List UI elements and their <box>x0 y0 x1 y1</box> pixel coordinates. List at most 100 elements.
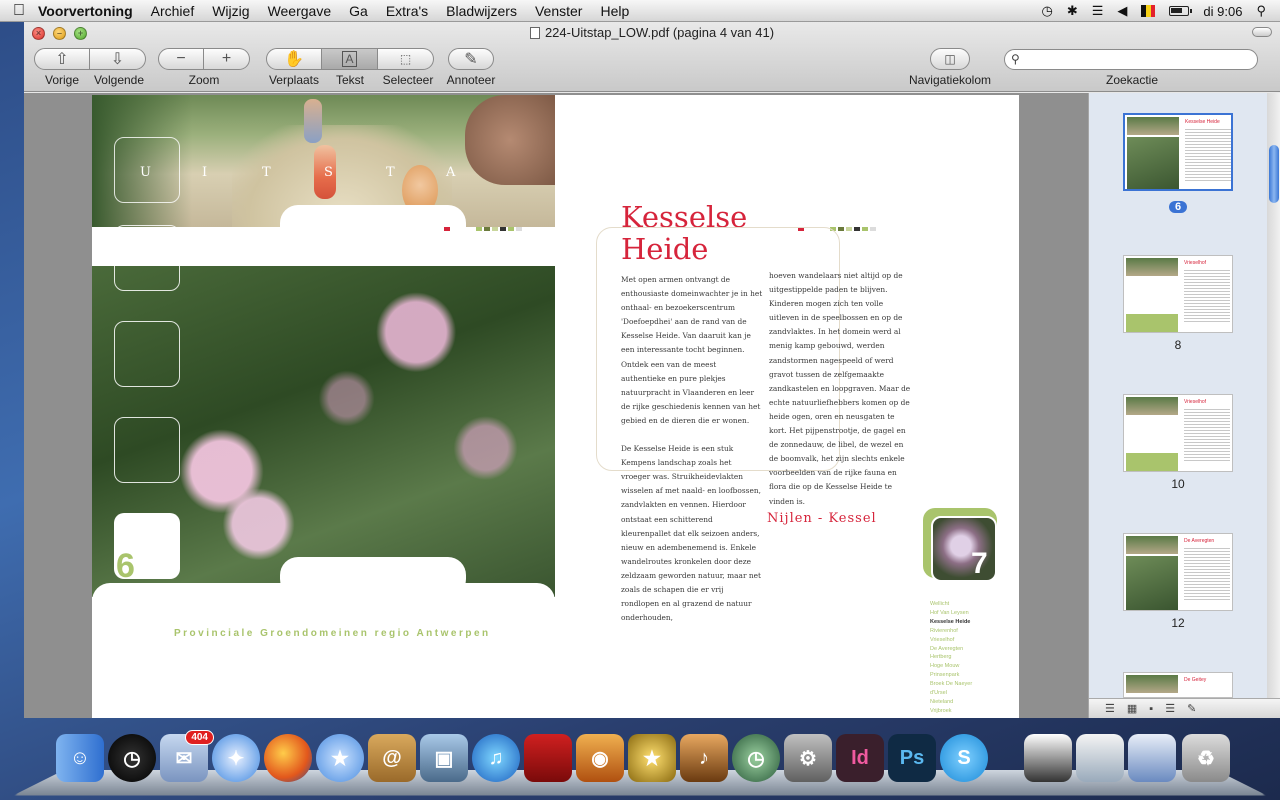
index-item: Nieteland <box>930 698 954 705</box>
spotlight-icon[interactable]: ⚲ <box>1256 3 1266 19</box>
zoom-out-button[interactable]: − <box>158 48 204 70</box>
page-thumbnail[interactable]: De Geitey <box>1123 672 1233 698</box>
imovie-icon[interactable]: ★ <box>628 734 676 782</box>
photo-booth-icon[interactable]: ◉ <box>576 734 624 782</box>
minimized-window-icon[interactable] <box>1076 734 1124 782</box>
grid-view-icon[interactable]: ▦ <box>1127 702 1137 715</box>
thumb-photo <box>1127 117 1179 135</box>
dashboard-icon[interactable]: ◷ <box>108 734 156 782</box>
thumb-title: De Averegten <box>1184 538 1215 544</box>
annotate-label: Annoteer <box>446 73 496 87</box>
trash-icon[interactable]: ♻ <box>1182 734 1230 782</box>
page-thumbnail[interactable]: Vrieselhof <box>1123 394 1233 472</box>
menu-bladwijzers[interactable]: Bladwijzers <box>446 3 517 19</box>
time-machine-icon[interactable]: ◷ <box>1042 3 1053 19</box>
previous-page-button[interactable]: ⇧ <box>34 48 90 70</box>
photo-frame-box <box>114 225 180 291</box>
search-field[interactable]: ⚲ <box>1004 49 1258 70</box>
annotate-button[interactable]: ✎ <box>448 48 494 70</box>
zoom-in-button[interactable]: + <box>204 48 250 70</box>
thumbnail-view-icon[interactable]: ▪ <box>1149 703 1153 715</box>
list-view-icon[interactable]: ☰ <box>1165 702 1175 715</box>
select-tool-button[interactable]: ⬚ <box>378 48 434 70</box>
article-paragraph: De Kesselse Heide is een stuk Kempens la… <box>621 444 761 623</box>
input-language-flag-icon[interactable] <box>1141 5 1156 17</box>
page-number-left: 6 <box>116 547 135 585</box>
index-item: Wellicht <box>930 601 950 607</box>
column-view-icon[interactable]: ☰ <box>1105 702 1115 715</box>
skype-icon[interactable]: S <box>940 734 988 782</box>
app-menu[interactable]: Voorvertoning <box>38 3 133 19</box>
photo-frame-box <box>114 417 180 483</box>
text-tool-button[interactable]: A <box>322 48 378 70</box>
index-item: Vrijbroek <box>930 707 952 714</box>
navigation-column-button[interactable]: ◫ <box>930 48 970 70</box>
mail-icon[interactable]: ✉ 404 <box>160 730 214 782</box>
menu-archief[interactable]: Archief <box>151 3 195 19</box>
minimized-window-icon[interactable] <box>1128 734 1176 782</box>
annotation-view-icon[interactable]: ✎ <box>1187 702 1196 715</box>
color-strip <box>444 227 522 231</box>
system-preferences-icon[interactable]: ⚙ <box>784 734 832 782</box>
pdf-page-spread[interactable]: U I T S T A P 6 Provinciale Groendomeine… <box>92 95 1019 718</box>
menu-ga[interactable]: Ga <box>349 3 368 19</box>
thumbnail-sidebar[interactable]: Kesselse Heide 6 Vrieselhof 8 Vrieselhof… <box>1088 93 1280 718</box>
document-view[interactable]: U I T S T A P 6 Provinciale Groendomeine… <box>24 93 1088 718</box>
pencil-icon: ✎ <box>464 51 478 68</box>
volume-icon[interactable]: ◀ <box>1117 3 1127 19</box>
menu-extras[interactable]: Extra's <box>386 3 428 19</box>
iphoto-icon[interactable]: ▣ <box>420 734 468 782</box>
text-label: Tekst <box>335 73 364 87</box>
sidebar-view-controls: ☰ ▦ ▪ ☰ ✎ <box>1089 698 1280 718</box>
article-paragraph: hoeven wandelaars niet altijd op de uitg… <box>769 271 911 506</box>
thumbnail-label: 6 <box>1089 199 1267 213</box>
white-tab <box>280 205 466 245</box>
indesign-icon[interactable]: Id <box>836 734 884 782</box>
move-tool-button[interactable]: ✋ <box>266 48 322 70</box>
toggle-toolbar-button[interactable] <box>1252 27 1272 37</box>
battery-icon[interactable] <box>1169 6 1193 16</box>
address-book-icon[interactable]: @ <box>368 734 416 782</box>
time-machine-dock-icon[interactable]: ◷ <box>732 734 780 782</box>
minimized-window-icon[interactable] <box>1024 734 1072 782</box>
scrollbar-thumb[interactable] <box>1269 145 1279 203</box>
hand-icon: ✋ <box>284 51 304 68</box>
article-paragraph: Met open armen ontvangt de enthousiaste … <box>621 275 763 425</box>
index-item: Prinsenpark <box>930 672 960 679</box>
document-icon <box>529 27 540 39</box>
front-row-icon[interactable] <box>524 734 572 782</box>
search-label: Zoekactie <box>1105 73 1159 87</box>
next-page-button[interactable]: ⇩ <box>90 48 146 70</box>
adult-figure <box>304 99 322 143</box>
finder-icon[interactable]: ☺ <box>56 734 104 782</box>
bluetooth-icon[interactable]: ✱ <box>1067 3 1078 19</box>
page-footer: Provinciale Groendomeinen regio Antwerpe… <box>174 628 491 639</box>
ichat-icon[interactable]: ★ <box>316 734 364 782</box>
clock[interactable]: di 9:06 <box>1203 4 1242 19</box>
sidebar-icon: ◫ <box>944 52 956 66</box>
garageband-icon[interactable]: ♪ <box>680 734 728 782</box>
page-thumbnail[interactable]: De Averegten <box>1123 533 1233 611</box>
safari-icon[interactable]: ✦ <box>212 734 260 782</box>
arrow-down-icon: ⇩ <box>110 51 125 68</box>
photo-frame-box <box>114 321 180 387</box>
search-input[interactable] <box>1027 52 1247 67</box>
photoshop-icon[interactable]: Ps <box>888 734 936 782</box>
page-thumbnail[interactable]: Vrieselhof <box>1123 255 1233 333</box>
index-item: De Averegten <box>930 645 964 652</box>
itunes-icon[interactable]: ♫ <box>472 734 520 782</box>
menu-venster[interactable]: Venster <box>535 3 582 19</box>
white-tab <box>280 557 466 597</box>
sidebar-scrollbar[interactable] <box>1267 93 1280 699</box>
page-thumbnail[interactable]: Kesselse Heide <box>1123 113 1233 191</box>
thumb-title: Vrieselhof <box>1184 399 1207 405</box>
firefox-icon[interactable] <box>264 734 312 782</box>
menu-wijzig[interactable]: Wijzig <box>212 3 249 19</box>
wifi-icon[interactable]: ☰ <box>1092 3 1104 19</box>
menu-weergave[interactable]: Weergave <box>268 3 332 19</box>
thumb-title: Kesselse Heide <box>1185 119 1220 125</box>
apple-menu-icon[interactable]:  <box>0 2 38 20</box>
menu-help[interactable]: Help <box>600 3 629 19</box>
move-label: Verplaats <box>268 73 320 87</box>
zoom-label: Zoom <box>188 73 220 87</box>
